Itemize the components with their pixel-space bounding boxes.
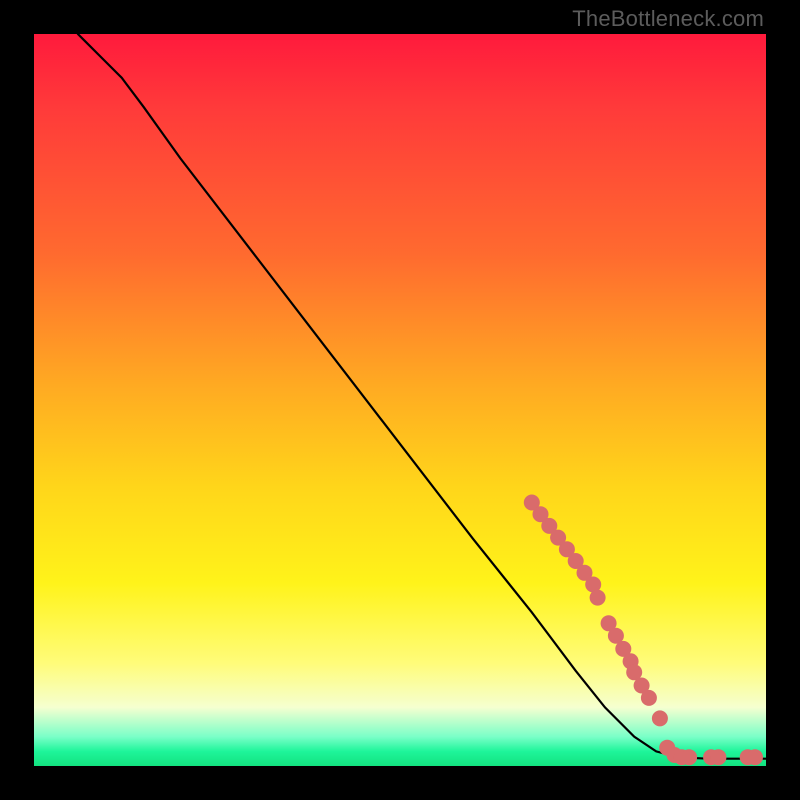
- data-marker: [747, 749, 763, 765]
- data-marker: [681, 749, 697, 765]
- markers-group: [524, 495, 763, 766]
- data-marker: [652, 710, 668, 726]
- attribution-label: TheBottleneck.com: [572, 6, 764, 32]
- chart-svg: [34, 34, 766, 766]
- bottleneck-curve: [78, 34, 766, 759]
- chart-frame: TheBottleneck.com: [0, 0, 800, 800]
- data-marker: [590, 590, 606, 606]
- plot-area: [34, 34, 766, 766]
- data-marker: [710, 749, 726, 765]
- data-marker: [641, 690, 657, 706]
